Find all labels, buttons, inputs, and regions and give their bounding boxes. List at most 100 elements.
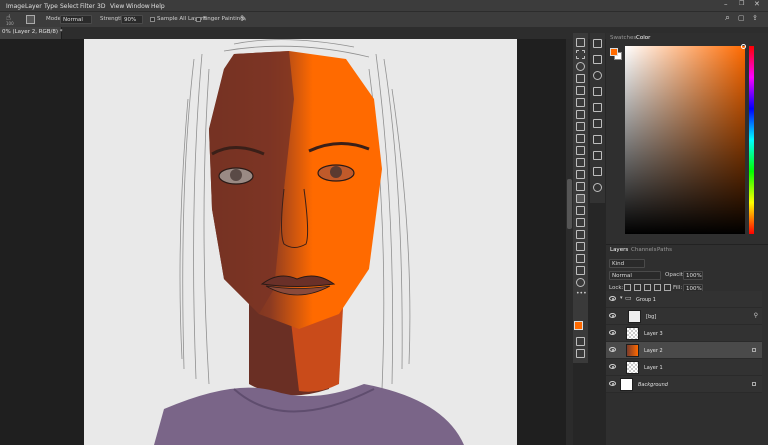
brush-angle-icon[interactable]: ✎ [240,15,247,23]
healing-tool-icon[interactable] [576,122,585,131]
text-tool-icon[interactable] [576,230,585,239]
menu-help[interactable]: Help [151,3,165,10]
lasso-tool-icon[interactable] [576,62,585,71]
document-canvas[interactable] [84,39,517,445]
layer-row-layer-3[interactable]: Layer 3 [606,325,762,342]
tab-channels[interactable]: Channels [631,247,656,254]
eye-icon[interactable] [609,330,616,335]
eye-icon[interactable] [609,381,616,386]
scrollbar-thumb[interactable] [567,179,572,229]
zoom-tool-icon[interactable] [576,278,585,287]
tools-toolbar: ••• [573,33,588,363]
mode-select[interactable]: Normal [60,15,92,24]
color-picker-cursor[interactable] [741,44,746,49]
panel-divider [606,244,768,245]
character-panel-icon[interactable] [593,119,602,128]
menu-view[interactable]: View [110,3,124,10]
menu-window[interactable]: Window [126,3,150,10]
libraries-panel-icon[interactable] [593,183,602,192]
color-picker-field[interactable] [625,46,745,234]
layer-filter-kind[interactable]: Kind [609,259,645,268]
tab-layers[interactable]: Layers [610,247,628,254]
panel-dock [590,33,605,203]
tab-paths[interactable]: Paths [657,247,672,254]
screen-mode-icon[interactable] [576,349,585,358]
eye-icon[interactable] [609,347,616,352]
close-icon[interactable]: ✕ [754,1,760,8]
history-brush-tool-icon[interactable] [576,158,585,167]
layer-row-layer-2[interactable]: Layer 2 [606,342,762,359]
frame-tool-icon[interactable] [576,98,585,107]
canvas-scrollbar[interactable] [566,39,573,445]
blend-mode-select[interactable]: Normal [609,271,661,280]
eye-icon[interactable] [609,313,616,318]
layer-row-bg[interactable]: [bg] ⚲ [606,308,762,325]
brush-tool-icon[interactable] [576,134,585,143]
layer-name: Layer 1 [644,365,663,371]
workspace-icon[interactable]: ▢ [738,15,745,22]
document-tab[interactable]: 0% (Layer 2, RGB/8) * [0,27,63,39]
finger-painting-checkbox[interactable] [196,17,201,22]
object-select-tool-icon[interactable] [576,74,585,83]
lock-position-icon[interactable] [644,284,651,291]
folder-icon: ▭ [625,294,632,302]
eyedropper-tool-icon[interactable] [576,110,585,119]
actions-panel-icon[interactable] [593,151,602,160]
dodge-tool-icon[interactable] [576,206,585,215]
menu-filter[interactable]: Filter [80,3,95,10]
filter-kind-label: Kind [612,261,625,267]
artwork [84,39,517,445]
tool-presets-panel-icon[interactable] [593,167,602,176]
quick-mask-icon[interactable] [576,337,585,346]
sample-all-layers-checkbox[interactable] [150,17,155,22]
path-select-tool-icon[interactable] [576,242,585,251]
brush-settings-panel-icon[interactable] [593,103,602,112]
menu-type[interactable]: Type [44,3,58,10]
gradient-tool-icon[interactable] [576,182,585,191]
lock-artboard-icon[interactable] [654,284,661,291]
search-icon[interactable]: ⌕ [725,14,730,23]
menu-3d[interactable]: 3D [97,3,105,10]
layer-thumbnail [626,361,639,374]
properties-panel-icon[interactable] [593,87,602,96]
layer-thumbnail [620,378,633,391]
layer-row-background[interactable]: Background [606,376,762,393]
info-panel-icon[interactable] [593,71,602,80]
menu-image[interactable]: Image [6,3,25,10]
share-icon[interactable]: ⇪ [752,15,758,22]
hue-slider[interactable] [749,46,754,234]
move-tool-icon[interactable] [576,38,585,47]
smudge-tool-active-icon[interactable] [576,194,585,203]
menu-select[interactable]: Select [60,3,79,10]
shape-tool-icon[interactable] [576,254,585,263]
eye-icon[interactable] [609,364,616,369]
tab-swatches[interactable]: Swatches [610,35,636,42]
layer-row-group-1[interactable]: ▾ ▭ Group 1 [606,291,762,308]
hand-tool-icon[interactable] [576,266,585,275]
restore-icon[interactable]: ❐ [739,1,744,7]
clone-stamp-tool-icon[interactable] [576,146,585,155]
adjustments-panel-icon[interactable] [593,55,602,64]
lock-pixels-icon[interactable] [634,284,641,291]
crop-tool-icon[interactable] [576,86,585,95]
pen-tool-icon[interactable] [576,218,585,227]
brush-preset-icon[interactable] [26,15,35,24]
tab-color[interactable]: Color [636,35,650,42]
lock-all-icon[interactable] [664,284,671,291]
strength-input[interactable]: 90% [121,15,143,24]
panel-foreground-swatch[interactable] [610,48,618,56]
paragraph-panel-icon[interactable] [593,135,602,144]
lock-transparency-icon[interactable] [624,284,631,291]
marquee-tool-icon[interactable] [576,50,585,59]
eraser-tool-icon[interactable] [576,170,585,179]
eye-icon[interactable] [609,296,616,301]
chevron-down-icon[interactable]: ▾ [620,296,623,301]
opacity-input[interactable]: 100% [683,271,703,280]
menu-layer[interactable]: Layer [25,3,42,10]
more-tools-icon[interactable]: ••• [576,290,587,299]
layer-row-layer-1[interactable]: Layer 1 [606,359,762,376]
minimize-icon[interactable]: – [724,1,728,8]
history-panel-icon[interactable] [593,39,602,48]
foreground-color-swatch[interactable] [574,321,583,330]
layer-name: Background [638,382,668,388]
